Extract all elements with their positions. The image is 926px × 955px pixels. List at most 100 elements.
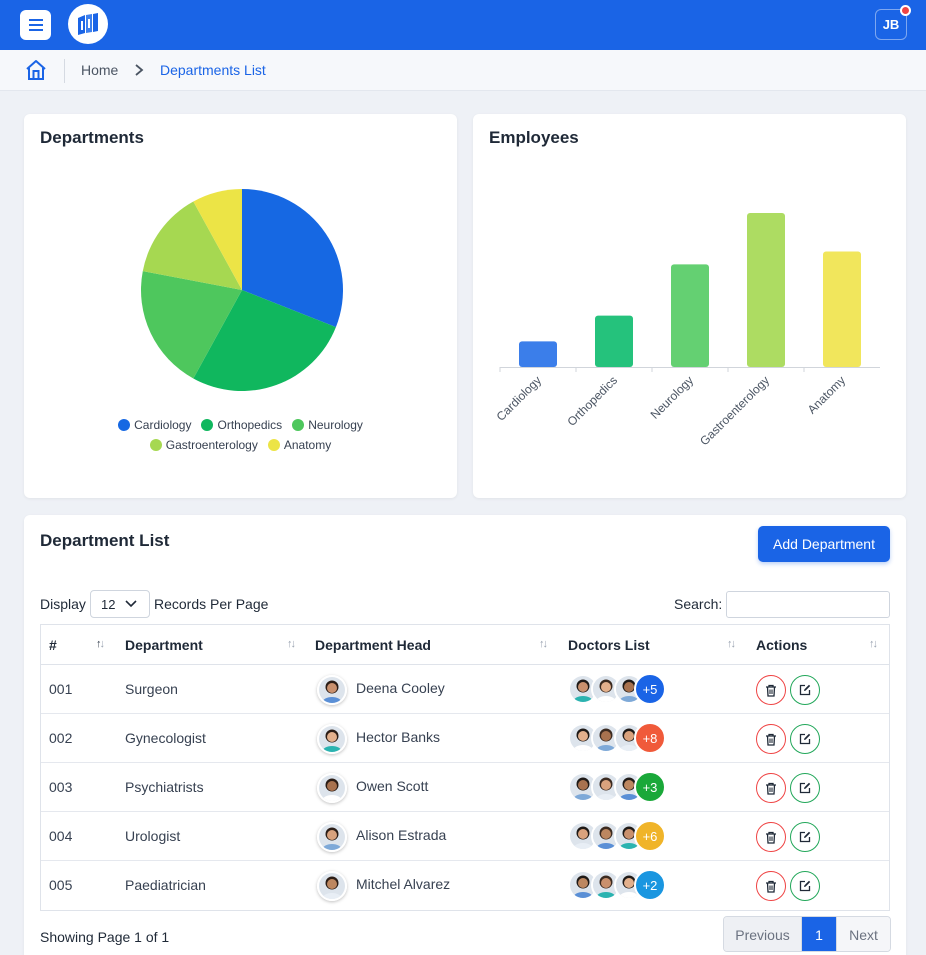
logo-icon <box>78 13 98 35</box>
trash-icon <box>766 831 776 844</box>
department-head-name[interactable]: Alison Estrada <box>356 827 446 843</box>
delete-button[interactable] <box>756 871 786 901</box>
user-initials: JB <box>882 17 900 32</box>
edit-icon <box>799 782 811 794</box>
column-header-actions[interactable]: Actions <box>756 637 807 653</box>
delete-button[interactable] <box>756 724 786 754</box>
legend-label: Anatomy <box>283 438 332 452</box>
department-name: Gynecologist <box>125 730 206 746</box>
table-row: 005 Paediatrician Mitchel Alvarez +2 <box>41 861 889 910</box>
department-head-avatar <box>317 871 347 901</box>
column-header-doctors-list[interactable]: Doctors List <box>568 637 650 653</box>
department-head-name[interactable]: Hector Banks <box>356 729 440 745</box>
bar-orthopedics[interactable] <box>595 315 633 367</box>
legend-swatch <box>201 419 214 431</box>
department-head-name[interactable]: Deena Cooley <box>356 680 445 696</box>
search-label: Search: <box>674 596 723 612</box>
doctors-avatar-group: +3 <box>568 771 678 803</box>
more-doctors-badge[interactable]: +8 <box>634 722 666 754</box>
sort-icon[interactable]: ↑↓ <box>96 638 105 650</box>
department-head-name[interactable]: Mitchel Alvarez <box>356 876 450 892</box>
x-tick-label: Anatomy <box>805 373 848 416</box>
more-doctors-badge[interactable]: +6 <box>634 820 666 852</box>
page-1-button[interactable]: 1 <box>802 917 836 951</box>
legend-label: Cardiology <box>134 418 192 432</box>
top-bar: JB <box>0 0 926 50</box>
hospital-logo[interactable] <box>68 4 108 44</box>
bar-cardiology[interactable] <box>519 341 557 367</box>
records-per-page-select[interactable]: 12 <box>90 590 150 618</box>
table-row: 002 Gynecologist Hector Banks +8 <box>41 714 889 763</box>
legend-swatch <box>267 439 280 451</box>
chevron-down-icon <box>125 600 137 608</box>
x-tick-label: Cardiology <box>494 373 544 423</box>
pie-legend-row-1: Cardiology Orthopedics Neurology <box>24 418 457 432</box>
department-id: 003 <box>49 779 73 795</box>
table-header: # ↑↓ Department ↑↓ Department Head ↑↓ Do… <box>41 625 889 665</box>
department-head-avatar <box>317 724 347 754</box>
department-name: Psychiatrists <box>125 779 204 795</box>
add-department-button[interactable]: Add Department <box>758 526 890 562</box>
table-row: 003 Psychiatrists Owen Scott +3 <box>41 763 889 812</box>
legend-item[interactable]: Orthopedics <box>201 418 282 432</box>
delete-button[interactable] <box>756 773 786 803</box>
table-row: 001 Surgeon Deena Cooley +5 <box>41 665 889 714</box>
departments-pie-chart <box>141 189 343 391</box>
department-id: 001 <box>49 681 73 697</box>
breadcrumb-divider <box>64 59 65 83</box>
bar-anatomy[interactable] <box>823 251 861 368</box>
sort-icon[interactable]: ↑↓ <box>727 638 736 650</box>
x-tick-label: Orthopedics <box>564 373 620 429</box>
column-header-department[interactable]: Department <box>125 637 203 653</box>
legend-item[interactable]: Cardiology <box>118 418 191 432</box>
next-page-button[interactable]: Next <box>836 917 890 951</box>
pagination: Previous 1 Next <box>723 916 891 952</box>
doctors-avatar-group: +6 <box>568 820 678 852</box>
more-doctors-badge[interactable]: +5 <box>634 673 666 705</box>
bar-neurology[interactable] <box>671 264 709 367</box>
column-header-department-head[interactable]: Department Head <box>315 637 431 653</box>
edit-button[interactable] <box>790 773 820 803</box>
column-header-number[interactable]: # <box>49 637 57 653</box>
edit-icon <box>799 831 811 843</box>
more-doctors-badge[interactable]: +2 <box>634 869 666 901</box>
sort-icon[interactable]: ↑↓ <box>869 638 878 650</box>
edit-button[interactable] <box>790 724 820 754</box>
breadcrumb-current: Departments List <box>160 62 266 78</box>
table-row: 004 Urologist Alison Estrada +6 <box>41 812 889 861</box>
department-head-avatar <box>317 773 347 803</box>
sort-icon[interactable]: ↑↓ <box>287 638 296 650</box>
bar-gastroenterology[interactable] <box>747 213 785 367</box>
edit-button[interactable] <box>790 822 820 852</box>
department-name: Paediatrician <box>125 877 206 893</box>
x-tick-label: Neurology <box>648 373 697 422</box>
delete-button[interactable] <box>756 822 786 852</box>
edit-button[interactable] <box>790 675 820 705</box>
edit-icon <box>799 733 811 745</box>
breadcrumb-home-link[interactable]: Home <box>81 62 118 78</box>
legend-item[interactable]: Gastroenterology <box>149 438 258 452</box>
department-head-name[interactable]: Owen Scott <box>356 778 428 794</box>
edit-button[interactable] <box>790 871 820 901</box>
employees-title: Employees <box>489 128 579 147</box>
legend-item[interactable]: Neurology <box>292 418 363 432</box>
department-id: 005 <box>49 877 73 893</box>
legend-label: Neurology <box>308 418 363 432</box>
more-doctors-badge[interactable]: +3 <box>634 771 666 803</box>
sort-icon[interactable]: ↑↓ <box>539 638 548 650</box>
legend-swatch <box>149 439 162 451</box>
search-input[interactable] <box>726 591 890 618</box>
legend-label: Orthopedics <box>217 418 283 432</box>
department-id: 004 <box>49 828 73 844</box>
legend-item[interactable]: Anatomy <box>267 438 332 452</box>
employees-bar-chart: Cardiology Orthopedics Neurology Gastroente… <box>494 213 880 448</box>
previous-page-button[interactable]: Previous <box>724 917 802 951</box>
breadcrumb: Home Departments List <box>0 50 926 91</box>
home-icon[interactable] <box>25 59 47 81</box>
trash-icon <box>766 782 776 795</box>
hamburger-icon <box>28 19 43 31</box>
department-id: 002 <box>49 730 73 746</box>
chevron-right-icon <box>135 64 144 76</box>
delete-button[interactable] <box>756 675 786 705</box>
menu-button[interactable] <box>20 10 51 40</box>
